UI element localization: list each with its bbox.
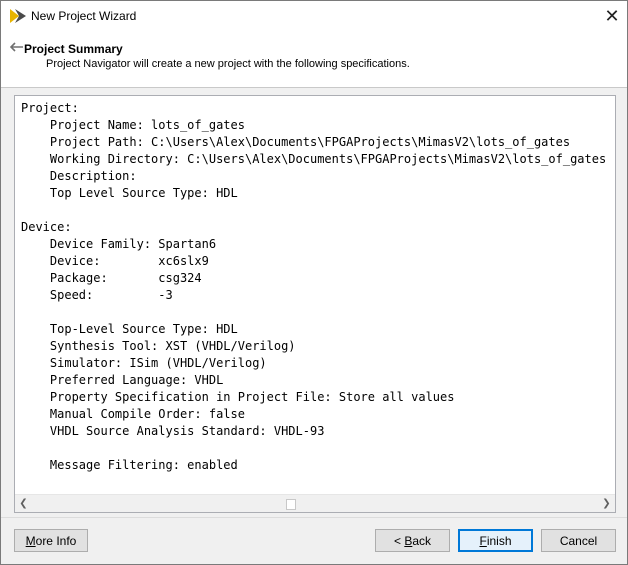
summary-line: Speed: -3 (21, 288, 173, 302)
back-arrow-icon (10, 42, 23, 52)
wizard-header: Project Summary Project Navigator will c… (1, 31, 627, 88)
cancel-button[interactable]: Cancel (541, 529, 616, 552)
summary-line: Top-Level Source Type: HDL (21, 322, 238, 336)
more-info-button[interactable]: More Info (14, 529, 88, 552)
scroll-left-icon[interactable]: ❮ (15, 495, 32, 512)
summary-text: Project: Project Name: lots_of_gates Pro… (21, 100, 606, 474)
horizontal-scrollbar[interactable]: ❮ ❯ (15, 494, 615, 512)
scroll-right-icon[interactable]: ❯ (598, 495, 615, 512)
summary-line: Manual Compile Order: false (21, 407, 245, 421)
summary-line: Device: xc6slx9 (21, 254, 209, 268)
project-summary-textbox[interactable]: Project: Project Name: lots_of_gates Pro… (14, 95, 616, 513)
summary-line: Device Family: Spartan6 (21, 237, 217, 251)
summary-line: Package: csg324 (21, 271, 202, 285)
summary-line: Device: (21, 220, 72, 234)
summary-line: Simulator: ISim (VHDL/Verilog) (21, 356, 267, 370)
summary-line: Project Path: C:\Users\Alex\Documents\FP… (21, 135, 571, 149)
summary-line: Property Specification in Project File: … (21, 390, 455, 404)
close-button[interactable]: ✕ (597, 1, 627, 31)
close-icon: ✕ (604, 6, 620, 26)
back-button[interactable]: < Back (375, 529, 450, 552)
xilinx-logo-icon (10, 9, 26, 23)
summary-line: Working Directory: C:\Users\Alex\Documen… (21, 152, 607, 166)
summary-line: Preferred Language: VHDL (21, 373, 224, 387)
scroll-thumb[interactable] (286, 499, 296, 510)
summary-line: Synthesis Tool: XST (VHDL/Verilog) (21, 339, 296, 353)
summary-line: Message Filtering: enabled (21, 458, 238, 472)
summary-line: Project: (21, 101, 79, 115)
finish-button[interactable]: Finish (458, 529, 533, 552)
summary-line: Top Level Source Type: HDL (21, 186, 238, 200)
summary-line: Description: (21, 169, 137, 183)
summary-line: Project Name: lots_of_gates (21, 118, 245, 132)
window-title: New Project Wizard (31, 9, 137, 23)
title-bar[interactable]: New Project Wizard ✕ (1, 1, 627, 31)
page-subtitle: Project Navigator will create a new proj… (46, 58, 410, 70)
page-title: Project Summary (24, 42, 123, 56)
summary-line: VHDL Source Analysis Standard: VHDL-93 (21, 424, 325, 438)
wizard-window: New Project Wizard ✕ Project Summary Pro… (0, 0, 628, 565)
footer-divider (1, 517, 627, 518)
